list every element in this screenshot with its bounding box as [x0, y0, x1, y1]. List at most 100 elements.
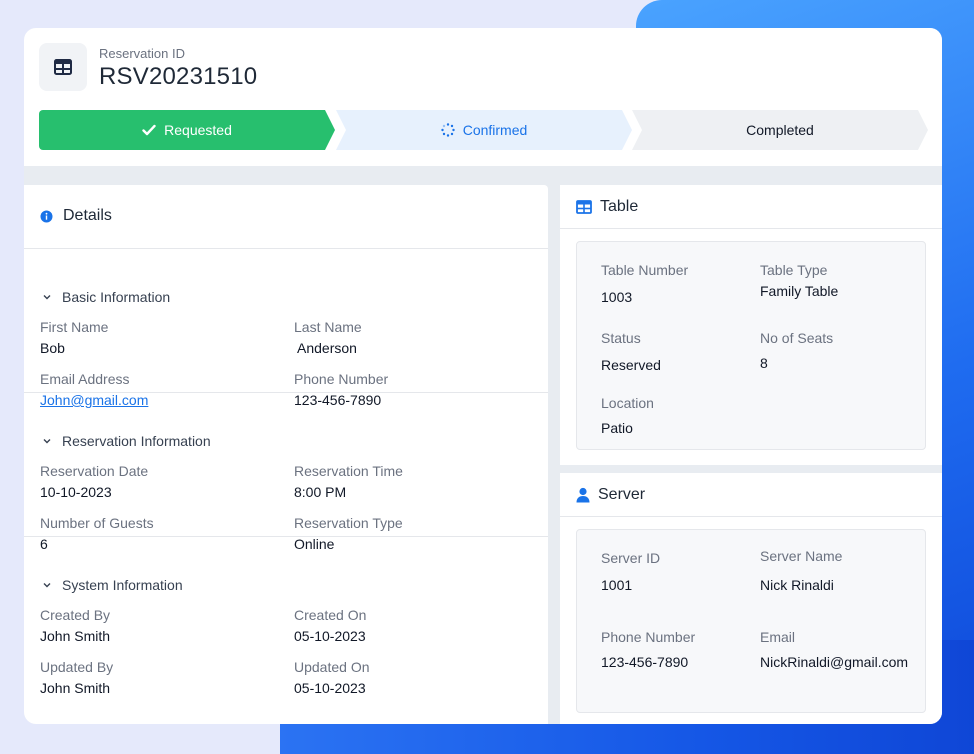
first-name-label: First Name: [40, 319, 109, 335]
number-of-guests-label: Number of Guests: [40, 515, 154, 531]
check-icon: [142, 124, 156, 136]
field-updated-on: Updated On 05-10-2023: [294, 658, 370, 698]
email-link[interactable]: John@gmail.com: [40, 390, 148, 410]
server-name-value: Nick Rinaldi: [760, 577, 834, 593]
phone-label: Phone Number: [294, 371, 389, 387]
updated-by-value: John Smith: [40, 680, 111, 696]
field-last-name: Last Name Anderson: [294, 318, 362, 358]
server-panel: Server Server ID 1001 Server Name Nick R…: [560, 473, 942, 724]
location-value: Patio: [601, 420, 633, 436]
reservation-type-value: Online: [294, 536, 335, 552]
chevron-down-icon: [42, 437, 52, 445]
email-label: Email Address: [40, 371, 130, 387]
field-table-number: Table Number 1003: [601, 261, 688, 307]
details-panel: Details Basic Information First Name Bob…: [24, 185, 548, 724]
step-confirmed[interactable]: Confirmed: [336, 110, 632, 150]
chevron-down-icon: [42, 581, 52, 589]
reservation-header: Reservation ID RSV20231510 Requested Con…: [24, 28, 942, 166]
created-by-value: John Smith: [40, 628, 111, 644]
field-number-of-guests: Number of Guests 6: [40, 514, 154, 554]
reservation-date-value: 10-10-2023: [40, 484, 112, 500]
reservation-type-label: Reservation Type: [294, 515, 403, 531]
reservation-date-label: Reservation Date: [40, 463, 149, 479]
phone-value: 123-456-7890: [294, 392, 382, 408]
field-first-name: First Name Bob: [40, 318, 108, 358]
step-requested-label: Requested: [164, 122, 232, 138]
step-completed[interactable]: Completed: [632, 110, 928, 150]
field-updated-by: Updated By John Smith: [40, 658, 113, 698]
table-panel: Table Table Number 1003 Table Type Famil…: [560, 185, 942, 465]
server-phone-value: 123-456-7890: [601, 654, 689, 670]
table-panel-title: Table: [576, 198, 638, 216]
table-panel-title-label: Table: [600, 198, 639, 215]
section-basic-information-label: Basic Information: [62, 289, 171, 305]
field-status: Status Reserved: [601, 329, 661, 375]
divider: [24, 248, 548, 249]
field-reservation-type: Reservation Type Online: [294, 514, 403, 554]
server-info-box: Server ID 1001 Server Name Nick Rinaldi …: [576, 529, 926, 713]
table-type-label: Table Type: [760, 262, 828, 278]
field-reservation-time: Reservation Time 8:00 PM: [294, 462, 403, 502]
field-server-phone: Phone Number 123-456-7890: [601, 628, 695, 672]
updated-by-label: Updated By: [40, 659, 114, 675]
reservation-time-label: Reservation Time: [294, 463, 403, 479]
section-reservation-information-label: Reservation Information: [62, 433, 211, 449]
table-icon: [576, 200, 592, 214]
status-stepper: Requested Confirmed Completed: [39, 110, 929, 150]
number-of-guests-value: 6: [40, 536, 48, 552]
last-name-value: Anderson: [297, 340, 357, 356]
field-no-of-seats: No of Seats 8: [760, 329, 833, 373]
first-name-value: Bob: [40, 340, 65, 356]
status-label: Status: [601, 330, 641, 346]
server-email-value: NickRinaldi@gmail.com: [760, 654, 909, 670]
reservation-id-value: RSV20231510: [99, 63, 258, 90]
last-name-label: Last Name: [294, 319, 362, 335]
table-type-value: Family Table: [760, 283, 839, 299]
field-table-type: Table Type Family Table: [760, 261, 838, 301]
created-by-label: Created By: [40, 607, 111, 623]
step-confirmed-label: Confirmed: [462, 122, 528, 138]
step-requested[interactable]: Requested: [39, 110, 335, 150]
section-basic-information[interactable]: Basic Information: [42, 289, 170, 305]
table-grid-icon: [39, 43, 87, 91]
chevron-down-icon: [42, 293, 52, 301]
updated-on-value: 05-10-2023: [294, 680, 366, 696]
section-system-information-label: System Information: [62, 577, 183, 593]
table-number-label: Table Number: [601, 262, 689, 278]
table-number-value: 1003: [601, 289, 633, 305]
created-on-label: Created On: [294, 607, 367, 623]
section-reservation-information[interactable]: Reservation Information: [42, 433, 211, 449]
server-name-label: Server Name: [760, 548, 843, 564]
section-system-information[interactable]: System Information: [42, 577, 183, 593]
divider: [24, 392, 548, 393]
reservation-time-value: 8:00 PM: [294, 484, 347, 500]
status-value: Reserved: [601, 357, 661, 373]
divider: [560, 516, 942, 517]
details-title: Details: [40, 207, 112, 225]
details-title-label: Details: [63, 207, 112, 224]
no-of-seats-value: 8: [760, 355, 768, 371]
reservation-card: Reservation ID RSV20231510 Requested Con…: [24, 28, 942, 724]
field-reservation-date: Reservation Date 10-10-2023: [40, 462, 148, 502]
server-phone-label: Phone Number: [601, 629, 696, 645]
field-email: Email Address John@gmail.com: [40, 370, 148, 410]
table-info-box: Table Number 1003 Table Type Family Tabl…: [576, 241, 926, 450]
divider: [24, 536, 548, 537]
field-server-name: Server Name Nick Rinaldi: [760, 547, 842, 595]
divider: [560, 228, 942, 229]
spinner-icon: [441, 123, 455, 137]
info-icon: [40, 210, 53, 223]
field-created-by: Created By John Smith: [40, 606, 110, 646]
field-server-id: Server ID 1001: [601, 549, 660, 595]
server-panel-title: Server: [576, 486, 645, 504]
location-label: Location: [601, 395, 654, 411]
field-location: Location Patio: [601, 394, 654, 438]
updated-on-label: Updated On: [294, 659, 370, 675]
server-panel-title-label: Server: [598, 486, 646, 503]
server-id-label: Server ID: [601, 550, 661, 566]
created-on-value: 05-10-2023: [294, 628, 366, 644]
reservation-id-label: Reservation ID: [99, 46, 185, 61]
no-of-seats-label: No of Seats: [760, 330, 834, 346]
field-phone: Phone Number 123-456-7890: [294, 370, 388, 410]
user-icon: [576, 487, 590, 503]
